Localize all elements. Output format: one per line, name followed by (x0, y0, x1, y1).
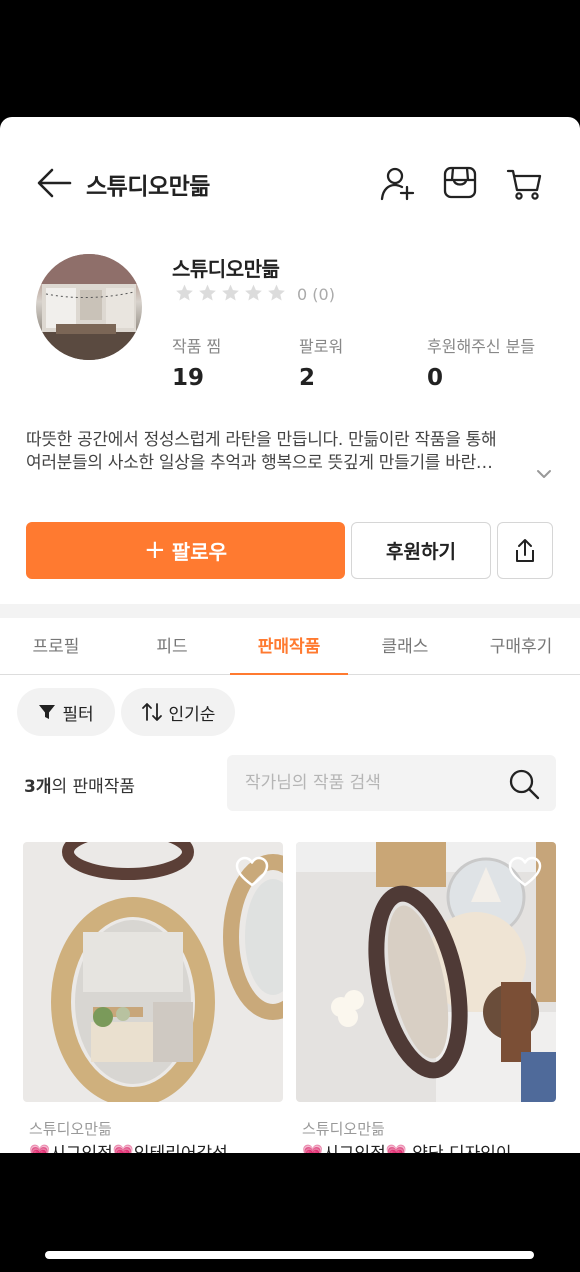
top-app-bar: 스튜디오만듦 (0, 117, 580, 247)
stat-label: 작품 찜 (172, 337, 222, 356)
product-count-number: 3개 (24, 777, 52, 797)
sort-chip-label: 인기순 (168, 704, 216, 725)
star-icon (245, 284, 262, 301)
share-icon (516, 538, 534, 562)
sort-chip[interactable]: 인기순 (121, 688, 235, 736)
star-icon (222, 284, 239, 301)
star-icon (199, 284, 216, 301)
stat-value: 0 (427, 365, 444, 391)
bio-line: 따뜻한 공간에서 정성스럽게 라탄을 만듭니다. 만듦이란 작품을 통해 (26, 430, 497, 450)
product-count-suffix: 의 판매작품 (51, 777, 136, 797)
rating-count: 0 (0) (297, 285, 335, 304)
home-indicator[interactable] (45, 1251, 534, 1259)
product-shop-name: 스튜디오만듦 (302, 1120, 385, 1138)
product-card[interactable]: 스튜디오만듦 💗시그인정💗 약단 디자인이 (296, 842, 556, 1153)
support-button-label: 후원하기 (386, 541, 456, 563)
stat-value: 2 (299, 365, 316, 391)
tab-reviews[interactable]: 구매후기 (462, 618, 580, 675)
profile-name: 스튜디오만듦 (172, 257, 280, 281)
stat-favorites[interactable]: 작품 찜 19 (172, 333, 221, 391)
product-image[interactable] (296, 842, 556, 1102)
product-count: 3개의 판매작품 (24, 772, 135, 797)
product-title[interactable]: 💗시그인정💗 약단 디자인이 (296, 1143, 556, 1153)
product-image[interactable] (23, 842, 283, 1102)
stat-label: 후원해주신 분들 (427, 337, 536, 356)
stat-label: 팔로워 (299, 337, 344, 356)
cart-icon[interactable] (505, 163, 545, 203)
heart-icon[interactable] (235, 856, 269, 888)
filter-chip-label: 필터 (62, 704, 94, 725)
product-shop-name: 스튜디오만듦 (29, 1120, 112, 1138)
follow-button[interactable]: + 팔로우 (26, 522, 345, 579)
tab-feed[interactable]: 피드 (116, 618, 228, 675)
stat-followers[interactable]: 팔로워 2 (299, 333, 343, 391)
plus-icon: + (144, 534, 166, 565)
follow-button-label: 팔로우 (171, 540, 227, 564)
filter-chip[interactable]: 필터 (17, 688, 115, 736)
tab-classes[interactable]: 클래스 (348, 618, 462, 675)
app-screen: 스튜디오만듦 스튜디오만듦 0 (0) 작품 찜 19 팔로워 2 후원해주신 … (0, 117, 580, 1153)
tab-products[interactable]: 판매작품 (230, 618, 348, 675)
rating-stars (174, 283, 289, 303)
star-icon (176, 284, 193, 301)
back-arrow-icon[interactable] (34, 165, 74, 201)
add-user-icon[interactable] (378, 163, 418, 203)
header-title: 스튜디오만듦 (86, 174, 210, 200)
search-input[interactable] (227, 755, 497, 811)
search-icon[interactable] (507, 767, 541, 801)
product-card[interactable]: 스튜디오만듦 💗시그인정💗인테리어감성 (23, 842, 283, 1153)
sort-icon (141, 703, 162, 721)
stat-value: 19 (172, 365, 205, 391)
profile-bio: 따뜻한 공간에서 정성스럽게 라탄을 만듭니다. 만듦이란 작품을 통해 여러분… (26, 429, 531, 475)
tab-bar: 프로필 피드 판매작품 클래스 구매후기 (0, 618, 580, 675)
share-button[interactable] (497, 522, 553, 579)
stat-supporters[interactable]: 후원해주신 분들 0 (427, 333, 535, 391)
heart-icon[interactable] (508, 856, 542, 888)
support-button[interactable]: 후원하기 (351, 522, 491, 579)
section-divider (0, 604, 580, 618)
product-title[interactable]: 💗시그인정💗인테리어감성 (23, 1143, 283, 1153)
filter-icon (39, 705, 56, 719)
tab-profile[interactable]: 프로필 (0, 618, 112, 675)
store-icon[interactable] (440, 163, 480, 203)
star-icon (268, 284, 285, 301)
chevron-down-icon[interactable] (533, 463, 555, 485)
bio-line: 여러분들의 사소한 일상을 추억과 행복으로 뜻깊게 만들기를 바란… (26, 453, 493, 473)
profile-avatar[interactable] (36, 254, 142, 360)
search-box (227, 755, 556, 811)
